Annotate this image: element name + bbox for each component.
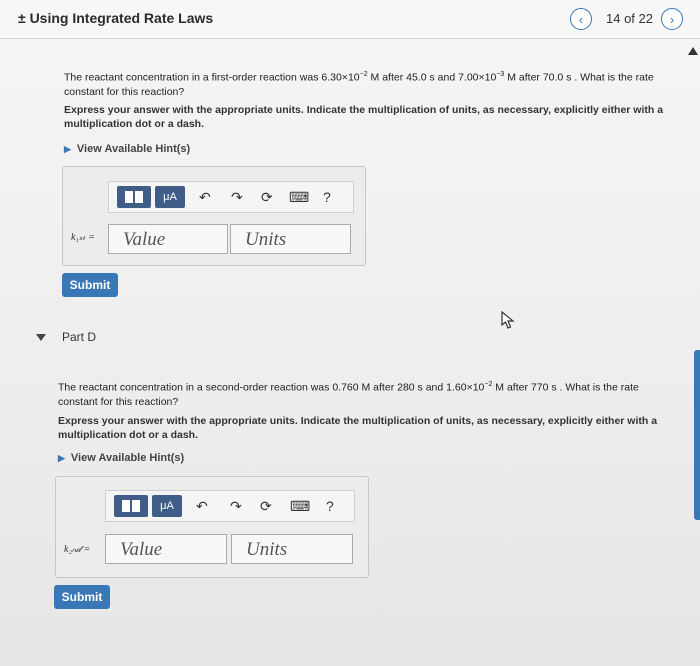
submit-button-c[interactable]: Submit <box>62 273 118 297</box>
header: ± Using Integrated Rate Laws ‹ 14 of 22 … <box>0 0 700 39</box>
help-button[interactable]: ? <box>326 494 334 518</box>
keyboard-icon: ⌨ <box>290 497 311 514</box>
help-icon: ? <box>323 189 331 205</box>
prev-button[interactable]: ‹ <box>570 8 592 30</box>
templates-button[interactable] <box>117 185 151 209</box>
units-icon: μA <box>152 495 182 517</box>
variable-label-d: k₂ₙ𝒹 = <box>64 544 91 555</box>
submit-button-d[interactable]: Submit <box>54 585 110 609</box>
collapse-caret-icon[interactable] <box>36 334 46 341</box>
keyboard-icon: ⌨ <box>289 188 310 205</box>
reset-button[interactable]: ⟳ <box>261 185 273 209</box>
page-counter: 14 of 22 <box>606 11 653 26</box>
help-button[interactable]: ? <box>323 185 331 209</box>
redo-button[interactable]: ↷ <box>230 494 242 518</box>
toolbar-c: μA ↶ ↷ ⟳ ⌨ ? <box>108 181 354 213</box>
question-text-d: The reactant concentration in a second-o… <box>58 381 639 408</box>
undo-button[interactable]: ↶ <box>196 494 208 518</box>
templates-button[interactable] <box>114 494 148 518</box>
units-input-c[interactable]: Units <box>230 224 351 254</box>
page: ± Using Integrated Rate Laws ‹ 14 of 22 … <box>0 0 700 666</box>
scroll-marker-icon <box>688 47 698 55</box>
redo-icon: ↷ <box>230 497 242 514</box>
units-button[interactable]: μA <box>152 494 182 518</box>
part-d-title[interactable]: Part D <box>62 330 96 344</box>
value-input-c[interactable]: Value <box>108 224 228 254</box>
keyboard-button[interactable]: ⌨ <box>289 185 309 209</box>
toolbar-d: μA ↶ ↷ ⟳ ⌨ ? <box>105 490 355 522</box>
undo-button[interactable]: ↶ <box>199 185 211 209</box>
question-text-c: The reactant concentration in a first-or… <box>64 71 654 98</box>
units-icon: μA <box>155 186 185 208</box>
hint-link-c[interactable]: ▶ View Available Hint(s) <box>64 143 190 155</box>
triangle-right-icon: ▶ <box>58 453 65 463</box>
cursor-icon <box>501 310 515 329</box>
units-button[interactable]: μA <box>155 185 185 209</box>
templates-icon <box>114 495 148 517</box>
keyboard-button[interactable]: ⌨ <box>290 494 310 518</box>
units-input-d[interactable]: Units <box>231 534 353 564</box>
reset-icon: ⟳ <box>261 188 273 205</box>
help-icon: ? <box>326 498 334 514</box>
scrollbar[interactable] <box>694 350 700 520</box>
page-title: ± Using Integrated Rate Laws <box>18 10 214 26</box>
templates-icon <box>117 186 151 208</box>
triangle-right-icon: ▶ <box>64 144 71 154</box>
reset-icon: ⟳ <box>260 497 272 514</box>
reset-button[interactable]: ⟳ <box>260 494 272 518</box>
redo-icon: ↷ <box>231 188 243 205</box>
value-input-d[interactable]: Value <box>105 534 227 564</box>
chevron-left-icon: ‹ <box>578 11 584 27</box>
variable-label-c: k₁ₛₜ = <box>71 232 95 243</box>
next-button[interactable]: › <box>661 8 683 30</box>
instructions-c: Express your answer with the appropriate… <box>64 104 664 130</box>
undo-icon: ↶ <box>199 188 211 205</box>
instructions-d: Express your answer with the appropriate… <box>58 415 658 441</box>
hint-link-d[interactable]: ▶ View Available Hint(s) <box>58 452 184 464</box>
redo-button[interactable]: ↷ <box>231 185 243 209</box>
chevron-right-icon: › <box>669 11 675 27</box>
undo-icon: ↶ <box>196 497 208 514</box>
